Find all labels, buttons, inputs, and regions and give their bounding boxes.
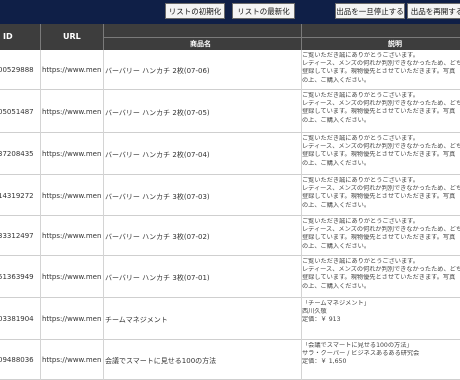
description-line: 登録しています。現物優先とさせていただきます。写真 [302, 193, 456, 201]
cell-product-name: バーバリー ハンカチ 2枚(07-05) [105, 109, 210, 117]
description-line: 西川久敬 [302, 308, 327, 316]
description-line: レディース、メンズの何れか判別できなかったため、どちらも出品 [302, 266, 460, 274]
description-line: の上、ご購入ください。 [302, 242, 371, 250]
cell-url[interactable]: https://www.men [42, 356, 103, 364]
description-line: の上、ご購入ください。 [302, 76, 371, 84]
cell-id: 00529888 [0, 66, 34, 74]
resume-listing-button[interactable]: 出品を再開する [407, 3, 460, 19]
table-row[interactable]: 00529888 https://www.men バーバリー ハンカチ 2枚(07-… [0, 50, 460, 90]
table-row[interactable]: 37208435 https://www.men バーバリー ハンカチ 2枚(07-… [0, 133, 460, 175]
description-line: 「会議でスマートに見せる100の方法」 [302, 342, 413, 349]
cell-product-name: 会議でスマートに見せる100の方法 [105, 357, 217, 365]
table-row[interactable]: 14319272 https://www.men バーバリー ハンカチ 3枚(07-… [0, 175, 460, 216]
cell-description: ご覧いただき誠にありがとうございます。 レディース、メンズの何れか判別できなかった… [302, 218, 460, 251]
header-url: URL [63, 32, 81, 41]
description-line: レディース、メンズの何れか判別できなかったため、どちらも出品 [302, 226, 460, 234]
table-row[interactable]: 51363949 https://www.men バーバリー ハンカチ 3枚(07-… [0, 256, 460, 298]
cell-description: ご覧いただき誠にありがとうございます。 レディース、メンズの何れか判別できなかった… [302, 52, 460, 85]
description-line: の上、ご購入ください。 [302, 282, 371, 290]
description-line: 登録しています。現物優先とさせていただきます。写真 [302, 274, 456, 282]
header-product-name: 商品名 [190, 40, 211, 48]
cell-id: 51363949 [0, 273, 34, 281]
cell-product-name: バーバリー ハンカチ 2枚(07-04) [105, 151, 210, 159]
cell-description: ご覧いただき誠にありがとうございます。 レディース、メンズの何れか判別できなかった… [302, 135, 460, 168]
description-line: 定価：￥ 913 [302, 316, 341, 324]
cell-url[interactable]: https://www.men [42, 66, 103, 74]
description-line: 登録しています。現物優先とさせていただきます。写真 [302, 151, 456, 159]
reset-list-button[interactable]: リストの初期化 [165, 3, 225, 19]
table-header: ID URL 商品名 説明 [0, 24, 460, 50]
header-description: 説明 [388, 40, 402, 48]
table-row[interactable]: 03381904 https://www.men チームマネジメント 「チームマネジメ… [0, 298, 460, 340]
cell-id: 05051487 [0, 108, 34, 116]
description-line: レディース、メンズの何れか判別できなかったため、どちらも出品 [302, 60, 460, 68]
description-line: ご覧いただき誠にありがとうございます。 [302, 218, 419, 225]
cell-id: 14319272 [0, 192, 34, 200]
description-line: 登録しています。現物優先とさせていただきます。写真 [302, 234, 456, 242]
description-line: ご覧いただき誠にありがとうございます。 [302, 92, 419, 99]
cell-id: 33312497 [0, 232, 34, 240]
cell-url[interactable]: https://www.men [42, 315, 103, 323]
cell-product-name: バーバリー ハンカチ 2枚(07-06) [105, 67, 210, 75]
cell-product-name: バーバリー ハンカチ 3枚(07-03) [105, 193, 210, 201]
table-row[interactable]: 05051487 https://www.men バーバリー ハンカチ 2枚(07-… [0, 90, 460, 133]
description-line: レディース、メンズの何れか判別できなかったため、どちらも出品 [302, 185, 460, 193]
cell-url[interactable]: https://www.men [42, 108, 103, 116]
description-line: の上、ご購入ください。 [302, 159, 371, 167]
description-line: レディース、メンズの何れか判別できなかったため、どちらも出品 [302, 100, 460, 108]
description-line: の上、ご購入ください。 [302, 116, 371, 124]
cell-description: ご覧いただき誠にありがとうございます。 レディース、メンズの何れか判別できなかった… [302, 92, 460, 125]
description-line: サラ・クーパー / ビジネスあるある研究会 [302, 350, 420, 358]
table-row[interactable]: 09488036 https://www.men 会議でスマートに見せる100の方法… [0, 340, 460, 380]
description-line: 定価：￥ 1,650 [302, 358, 347, 366]
cell-description: ご覧いただき誠にありがとうございます。 レディース、メンズの何れか判別できなかった… [302, 258, 460, 291]
cell-product-name: チームマネジメント [105, 316, 168, 324]
description-line: 「チームマネジメント」 [302, 300, 370, 307]
description-line: レディース、メンズの何れか判別できなかったため、どちらも出品 [302, 143, 460, 151]
header-id: ID [3, 32, 13, 41]
cell-url[interactable]: https://www.men [42, 192, 103, 200]
cell-url[interactable]: https://www.men [42, 232, 103, 240]
cell-id: 37208435 [0, 150, 34, 158]
table-row[interactable]: 33312497 https://www.men バーバリー ハンカチ 3枚(07-… [0, 216, 460, 256]
cell-id: 09488036 [0, 356, 34, 364]
cell-url[interactable]: https://www.men [42, 150, 103, 158]
description-line: 登録しています。現物優先とさせていただきます。写真 [302, 108, 456, 116]
cell-description: 「チームマネジメント」 西川久敬 定価：￥ 913 [302, 300, 460, 325]
description-line: ご覧いただき誠にありがとうございます。 [302, 52, 419, 59]
description-line: の上、ご購入ください。 [302, 201, 371, 209]
description-line: ご覧いただき誠にありがとうございます。 [302, 135, 419, 142]
toolbar: リストの初期化 リストの最新化 出品を一旦停止する 出品を再開する [0, 0, 460, 24]
pause-listing-button[interactable]: 出品を一旦停止する [335, 3, 405, 19]
cell-product-name: バーバリー ハンカチ 3枚(07-02) [105, 233, 210, 241]
cell-description: 「会議でスマートに見せる100の方法」 サラ・クーパー / ビジネスあるある研究会… [302, 342, 460, 367]
refresh-list-button[interactable]: リストの最新化 [232, 3, 295, 19]
description-line: 登録しています。現物優先とさせていただきます。写真 [302, 68, 456, 76]
cell-url[interactable]: https://www.men [42, 273, 103, 281]
description-line: ご覧いただき誠にありがとうございます。 [302, 177, 419, 184]
cell-description: ご覧いただき誠にありがとうございます。 レディース、メンズの何れか判別できなかった… [302, 177, 460, 210]
cell-product-name: バーバリー ハンカチ 3枚(07-01) [105, 274, 210, 282]
description-line: ご覧いただき誠にありがとうございます。 [302, 258, 419, 265]
cell-id: 03381904 [0, 315, 34, 323]
